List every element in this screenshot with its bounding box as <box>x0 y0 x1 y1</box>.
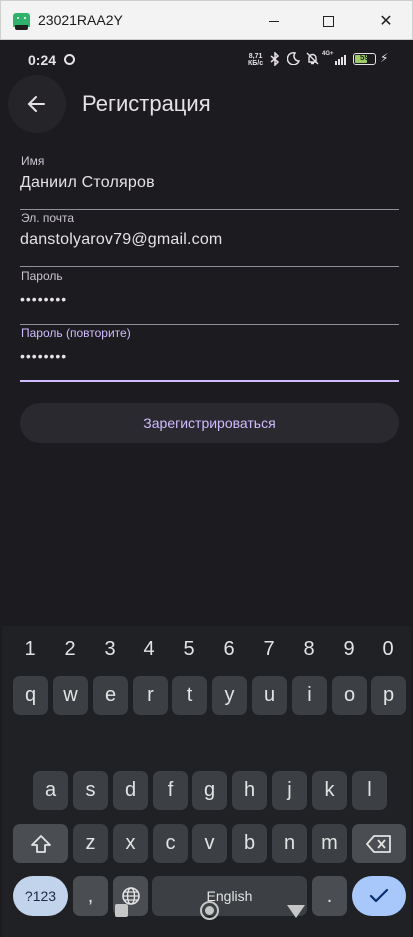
bluetooth-icon <box>270 51 280 69</box>
status-time: 0:24 <box>28 52 57 68</box>
key-2[interactable]: 2 <box>58 638 82 661</box>
password-repeat-value: •••••••• <box>20 348 68 364</box>
key-1[interactable]: 1 <box>18 638 42 661</box>
key-9[interactable]: 9 <box>337 638 361 661</box>
key-y[interactable]: y <box>212 676 247 715</box>
key-8[interactable]: 8 <box>297 638 321 661</box>
email-label: Эл. почта <box>21 211 75 225</box>
network-type: 4G+ <box>322 51 334 57</box>
name-value: Даниил Столяров <box>20 174 155 191</box>
backspace-icon <box>366 834 391 853</box>
key-l[interactable]: l <box>352 771 387 810</box>
key-3[interactable]: 3 <box>98 638 122 661</box>
minimize-button[interactable] <box>251 1 297 41</box>
email-value: danstolyarov79@gmail.com <box>20 231 223 248</box>
sync-icon <box>64 54 75 65</box>
signal-icon <box>335 54 349 65</box>
password-repeat-field[interactable]: Пароль (повторите) •••••••• <box>20 326 399 382</box>
key-6[interactable]: 6 <box>217 638 241 661</box>
key-u[interactable]: u <box>252 676 287 715</box>
key-t[interactable]: t <box>172 676 207 715</box>
key-i[interactable]: i <box>292 676 327 715</box>
key-n[interactable]: n <box>272 824 307 863</box>
close-button[interactable]: ✕ <box>363 1 409 41</box>
network-speed: 8,71 КБ/с <box>248 53 264 67</box>
key-k[interactable]: k <box>312 771 347 810</box>
key-e[interactable]: e <box>93 676 128 715</box>
status-bar: 0:24 8,71 КБ/с 4G+ 59 ⚡ <box>2 40 411 80</box>
key-5[interactable]: 5 <box>177 638 201 661</box>
home-button[interactable] <box>200 901 219 920</box>
back-button[interactable] <box>8 75 66 133</box>
key-d[interactable]: d <box>113 771 148 810</box>
key-o[interactable]: o <box>332 676 367 715</box>
key-b[interactable]: b <box>232 824 267 863</box>
password-repeat-label: Пароль (повторите) <box>21 326 131 340</box>
password-value: •••••••• <box>20 291 68 307</box>
moon-icon <box>286 52 301 68</box>
recents-button[interactable] <box>115 904 128 917</box>
key-q[interactable]: q <box>13 676 48 715</box>
page-title: Регистрация <box>82 91 211 116</box>
key-r[interactable]: r <box>133 676 168 715</box>
nav-back-button[interactable] <box>287 905 305 918</box>
battery-icon: 59 <box>353 53 376 65</box>
number-row: 1 2 3 4 5 6 7 8 9 0 <box>2 626 411 668</box>
password-label: Пароль <box>21 269 63 283</box>
maximize-icon <box>322 15 334 27</box>
key-s[interactable]: s <box>73 771 108 810</box>
shift-icon <box>30 834 51 853</box>
backspace-key[interactable] <box>352 824 406 863</box>
key-f[interactable]: f <box>153 771 188 810</box>
email-field[interactable]: Эл. почта danstolyarov79@gmail.com <box>20 211 399 267</box>
phone-screen: 0:24 8,71 КБ/с 4G+ 59 ⚡ Регистрация Имя … <box>2 40 411 937</box>
key-v[interactable]: v <box>192 824 227 863</box>
charging-icon: ⚡ <box>380 51 389 65</box>
key-a[interactable]: a <box>33 771 68 810</box>
key-h[interactable]: h <box>232 771 267 810</box>
key-7[interactable]: 7 <box>257 638 281 661</box>
window-title: 23021RAA2Y <box>38 12 123 28</box>
system-navigation-bar <box>2 885 411 937</box>
name-field[interactable]: Имя Даниил Столяров <box>20 154 399 210</box>
close-icon: ✕ <box>379 13 393 30</box>
soft-keyboard: 1 2 3 4 5 6 7 8 9 0 q w e r t y u i o p … <box>2 626 411 937</box>
key-4[interactable]: 4 <box>137 638 161 661</box>
key-x[interactable]: x <box>113 824 148 863</box>
password-field[interactable]: Пароль •••••••• <box>20 269 399 325</box>
key-m[interactable]: m <box>312 824 347 863</box>
key-p[interactable]: p <box>371 676 406 715</box>
register-button[interactable]: Зарегистрироваться <box>20 403 399 443</box>
minimize-icon <box>269 20 279 22</box>
key-j[interactable]: j <box>272 771 307 810</box>
key-z[interactable]: z <box>73 824 108 863</box>
android-app-icon <box>13 13 30 30</box>
window-titlebar: 23021RAA2Y ✕ <box>0 0 413 40</box>
shift-key[interactable] <box>13 824 68 863</box>
name-label: Имя <box>21 154 45 168</box>
key-0[interactable]: 0 <box>376 638 400 661</box>
key-g[interactable]: g <box>192 771 227 810</box>
maximize-button[interactable] <box>305 1 351 41</box>
arrow-left-icon <box>27 96 45 112</box>
key-c[interactable]: c <box>153 824 188 863</box>
mute-icon <box>306 52 319 68</box>
key-w[interactable]: w <box>53 676 88 715</box>
